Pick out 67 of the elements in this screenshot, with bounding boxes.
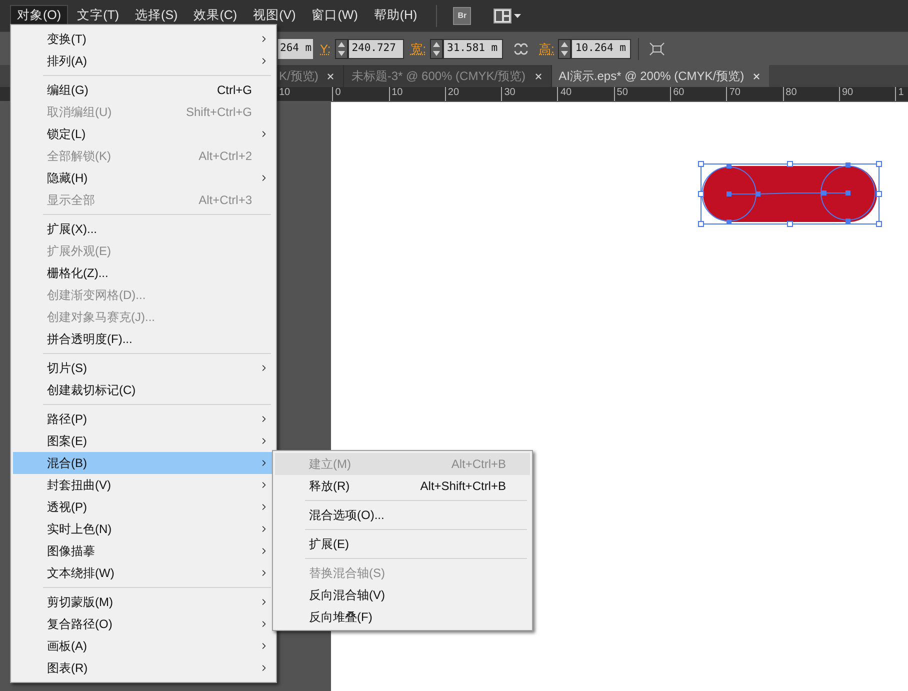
field-label: Y: bbox=[320, 40, 331, 58]
link-icon[interactable] bbox=[513, 42, 530, 56]
field-label: 宽: bbox=[410, 40, 426, 58]
menu-item[interactable]: 封套扭曲(V) bbox=[13, 474, 274, 496]
ruler-label: 90 bbox=[842, 87, 854, 100]
spinner-icon[interactable] bbox=[334, 38, 348, 58]
menu-item[interactable]: 透视(P) bbox=[13, 496, 274, 518]
menu-item[interactable]: 混合(B) bbox=[13, 452, 274, 474]
tab-title: 未标题-3* @ 600% (CMYK/预览) bbox=[351, 68, 526, 85]
menu-item[interactable]: 混合选项(O)... bbox=[275, 504, 530, 526]
menu-item[interactable]: 复合路径(O) bbox=[13, 613, 274, 635]
value-field[interactable]: 264 m bbox=[278, 38, 313, 58]
tab-title: AI演示.eps* @ 200% (CMYK/预览) bbox=[558, 68, 744, 85]
value-field[interactable]: 10.264 m bbox=[571, 38, 632, 58]
tab-title: K/预览) bbox=[279, 68, 318, 85]
ruler-label: 40 bbox=[560, 87, 572, 100]
close-icon[interactable] bbox=[752, 72, 762, 80]
ruler-label: 0 bbox=[335, 87, 341, 100]
menu-item[interactable]: 变换(T) bbox=[13, 28, 274, 50]
menu-item[interactable]: 释放(R) Alt+Shift+Ctrl+B bbox=[275, 475, 530, 497]
menu-item[interactable]: 栅格化(Z)... bbox=[13, 262, 274, 284]
close-icon[interactable] bbox=[534, 72, 543, 80]
ruler-label: 80 bbox=[786, 87, 797, 100]
menu-item[interactable]: 切片(S) bbox=[13, 357, 274, 379]
menu-bar-item[interactable]: 视图(V) bbox=[246, 4, 303, 26]
menu-bar-item[interactable]: 窗口(W) bbox=[304, 4, 365, 26]
ruler-label: 1 bbox=[898, 87, 904, 100]
menu-item[interactable]: 剪切蒙版(M) bbox=[13, 591, 274, 613]
menu-item[interactable]: 扩展(X)... bbox=[13, 218, 274, 240]
menu-item[interactable]: 扩展(E) bbox=[275, 533, 530, 555]
close-icon[interactable] bbox=[326, 72, 336, 80]
menu-item[interactable]: 反向堆叠(F) bbox=[275, 606, 530, 628]
menu-item[interactable]: 编组(G) Ctrl+G bbox=[13, 79, 274, 101]
menu-item[interactable]: 路径(P) bbox=[13, 408, 274, 430]
transform-icon[interactable] bbox=[649, 42, 666, 56]
menu-item[interactable]: 图表(R) bbox=[13, 657, 274, 679]
ruler-label: 30 bbox=[504, 87, 516, 100]
menu-bar-item[interactable]: 对象(O) bbox=[10, 4, 68, 26]
ruler-label: 10 bbox=[279, 87, 290, 100]
menu-bar-item[interactable]: 帮助(H) bbox=[366, 4, 424, 26]
menu-item[interactable]: 图案(E) bbox=[13, 430, 274, 452]
ruler-label: 50 bbox=[616, 87, 628, 100]
document-tab[interactable]: AI演示.eps* @ 200% (CMYK/预览) bbox=[552, 65, 770, 87]
menu-item[interactable]: 隐藏(H) bbox=[13, 167, 274, 189]
menu-item[interactable]: 反向混合轴(V) bbox=[275, 584, 530, 606]
menu-item[interactable]: 拼合透明度(F)... bbox=[13, 328, 274, 350]
menu-item[interactable]: 图像描摹 bbox=[13, 540, 274, 562]
menu-item[interactable]: 实时上色(N) bbox=[13, 518, 274, 540]
menu-item[interactable]: 排列(A) bbox=[13, 50, 274, 72]
menu-bar-item[interactable]: 选择(S) bbox=[128, 4, 185, 26]
spinner-icon[interactable] bbox=[558, 38, 572, 58]
ruler-label: 10 bbox=[392, 87, 403, 100]
spinner-icon[interactable] bbox=[430, 38, 444, 58]
menu-bar-item[interactable]: 文字(T) bbox=[70, 4, 126, 26]
value-field[interactable]: 240.727 bbox=[348, 38, 404, 58]
menu-item[interactable]: 创建裁切标记(C) bbox=[13, 379, 274, 401]
ruler-label: 20 bbox=[448, 87, 460, 100]
layout-icon[interactable] bbox=[493, 8, 524, 24]
menu-bar-item[interactable]: 效果(C) bbox=[186, 4, 244, 26]
menu-item[interactable]: 文本绕排(W) bbox=[13, 562, 274, 584]
value-field[interactable]: 31.581 m bbox=[443, 38, 504, 58]
bridge-button[interactable]: Br bbox=[453, 6, 472, 24]
menu-item[interactable]: 画板(A) bbox=[13, 635, 274, 657]
ruler-label: 70 bbox=[729, 87, 740, 100]
field-label: 高: bbox=[539, 40, 554, 58]
menu-item[interactable]: 锁定(L) bbox=[13, 123, 274, 145]
ruler-label: 60 bbox=[673, 87, 684, 100]
